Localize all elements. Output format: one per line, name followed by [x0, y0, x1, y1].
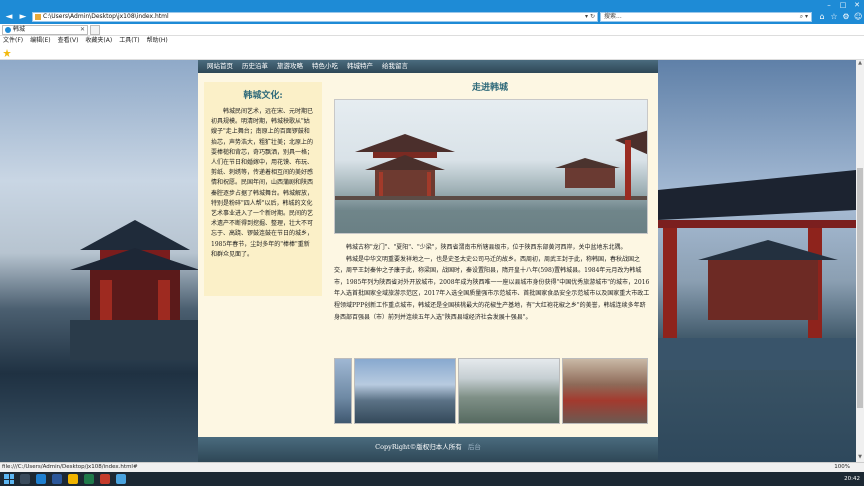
nav-travel-guide[interactable]: 旅游攻略	[277, 60, 303, 73]
culture-panel: 韩城文化: 韩城民间艺术，远在宋、元时期已初具规模。明清时期，韩城秧歌从"姑嫂子…	[204, 82, 322, 296]
zoom-level[interactable]: 100%	[834, 463, 850, 472]
back-arrow-icon[interactable]: ◄	[4, 12, 14, 22]
intro-title: 走进韩城	[471, 83, 508, 93]
menu-file[interactable]: 文件(F)	[3, 36, 23, 46]
scroll-thumb[interactable]	[857, 168, 863, 408]
clock[interactable]: 20:42	[844, 472, 860, 486]
page-icon	[35, 14, 41, 20]
window-controls: – □ ✕	[822, 0, 864, 10]
hancheng-main-photo	[334, 99, 648, 234]
nav-specialties[interactable]: 韩城特产	[347, 60, 373, 73]
excel-taskbar-icon[interactable]	[84, 474, 94, 484]
favorites-star-icon[interactable]: ☆	[830, 12, 838, 22]
pavilion-photo-icon	[335, 130, 647, 233]
admin-link[interactable]: 后台	[468, 443, 481, 451]
menu-view[interactable]: 查看(V)	[58, 36, 79, 46]
refresh-icon[interactable]: ▾ ↻	[585, 13, 595, 21]
ie-taskbar-icon[interactable]	[36, 474, 46, 484]
status-bar: file:///C:/Users/Admin/Desktop/jx108/ind…	[0, 462, 864, 472]
smiley-icon[interactable]: ☺	[854, 12, 862, 22]
scroll-down-icon[interactable]: ▼	[856, 454, 864, 462]
taskbar: 20:42	[0, 472, 864, 486]
search-icon[interactable]: ⌕ ▾	[800, 13, 808, 21]
search-placeholder: 搜索...	[604, 13, 622, 20]
favorites-icon[interactable]	[3, 49, 11, 57]
background-photo-right	[658, 60, 856, 462]
favorites-bar	[0, 46, 864, 60]
forward-arrow-icon[interactable]: ►	[18, 12, 28, 22]
tab-favicon-icon	[5, 27, 11, 33]
close-icon[interactable]: ✕	[850, 0, 864, 10]
nav-home[interactable]: 网站首页	[207, 60, 233, 73]
background-photo-left	[0, 60, 200, 462]
new-tab-button[interactable]	[90, 25, 100, 35]
culture-text: 韩城民间艺术，远在宋、元时期已初具规模。明清时期，韩城秧歌从"姑嫂子"走上舞台；…	[211, 108, 314, 258]
article-paragraph-1: 韩城古称"龙门"、"夏阳"、"少梁"，陕西省渭南市所辖县级市，位于陕西东部黄河西…	[346, 244, 627, 251]
menu-help[interactable]: 帮助(H)	[147, 36, 168, 46]
website-container: 网站首页 历史沿革 旅游攻略 特色小吃 韩城特产 给我留言 韩城文化: 韩城民间…	[198, 60, 658, 462]
windows-start-icon[interactable]	[4, 474, 14, 484]
url-text: C:\Users\Admin\Desktop\jx108\index.html	[43, 13, 169, 20]
app-taskbar-icon[interactable]	[100, 474, 110, 484]
word-taskbar-icon[interactable]	[52, 474, 62, 484]
copyright-text: CopyRight©版权归本人所有	[375, 443, 462, 451]
address-bar: ◄ ► C:\Users\Admin\Desktop\jx108\index.h…	[0, 10, 864, 24]
scroll-up-icon[interactable]: ▲	[856, 60, 864, 68]
menu-bar: 文件(F) 编辑(E) 查看(V) 收藏夹(A) 工具(T) 帮助(H)	[0, 36, 864, 46]
home-icon[interactable]: ⌂	[818, 12, 826, 22]
browser-taskbar-icon[interactable]	[116, 474, 126, 484]
url-input[interactable]: C:\Users\Admin\Desktop\jx108\index.html …	[32, 12, 598, 22]
culture-title: 韩城文化:	[243, 91, 283, 101]
site-footer: CopyRight©版权归本人所有 后台	[198, 437, 658, 462]
toolbar-icons: ⌂ ☆ ⚙ ☺	[818, 12, 862, 22]
menu-edit[interactable]: 编辑(E)	[30, 36, 50, 46]
intro-article: 韩城古称"龙门"、"夏阳"、"少梁"，陕西省渭南市所辖县级市，位于陕西东部黄河西…	[334, 242, 650, 323]
page-viewport: 网站首页 历史沿革 旅游攻略 特色小吃 韩城特产 给我留言 韩城文化: 韩城民间…	[0, 60, 856, 462]
tab-strip: 韩城 ✕	[0, 24, 864, 36]
explorer-taskbar-icon[interactable]	[68, 474, 78, 484]
gallery-photo-red-sign[interactable]	[562, 358, 648, 424]
menu-tools[interactable]: 工具(T)	[119, 36, 139, 46]
tab-active[interactable]: 韩城 ✕	[2, 25, 88, 35]
settings-gear-icon[interactable]: ⚙	[842, 12, 850, 22]
tab-close-icon[interactable]: ✕	[80, 26, 85, 34]
intro-panel: 走进韩城 韩城古称"龙门"、"夏阳"、"少梁"，陕西省渭南市所辖县级市，位于陕西…	[328, 78, 652, 428]
gallery-photo-pavilion[interactable]	[354, 358, 456, 424]
gallery-photo-1[interactable]	[334, 358, 352, 424]
gallery-photo-village[interactable]	[458, 358, 560, 424]
article-paragraph-2: 韩城是中华文明重要发祥地之一，也是史圣太史公司马迁的故乡。西周初，周武王封于此，…	[334, 255, 650, 321]
site-nav: 网站首页 历史沿革 旅游攻略 特色小吃 韩城特产 给我留言	[198, 60, 658, 73]
search-taskbar-icon[interactable]	[20, 474, 30, 484]
window-titlebar: – □ ✕	[0, 0, 864, 10]
status-url: file:///C:/Users/Admin/Desktop/jx108/ind…	[2, 464, 138, 470]
pagoda-right-icon	[658, 170, 856, 370]
photo-gallery	[334, 358, 650, 424]
pagoda-left-icon	[70, 220, 200, 360]
menu-favorites[interactable]: 收藏夹(A)	[85, 36, 112, 46]
maximize-icon[interactable]: □	[836, 0, 850, 10]
taskbar-apps	[20, 474, 126, 484]
system-tray: 20:42	[844, 472, 860, 486]
tab-title: 韩城	[13, 26, 26, 33]
vertical-scrollbar[interactable]: ▲ ▼	[856, 60, 864, 462]
nav-snacks[interactable]: 特色小吃	[312, 60, 338, 73]
nav-history[interactable]: 历史沿革	[242, 60, 268, 73]
nav-message[interactable]: 给我留言	[382, 60, 408, 73]
minimize-icon[interactable]: –	[822, 0, 836, 10]
search-input[interactable]: 搜索... ⌕ ▾	[600, 12, 812, 22]
